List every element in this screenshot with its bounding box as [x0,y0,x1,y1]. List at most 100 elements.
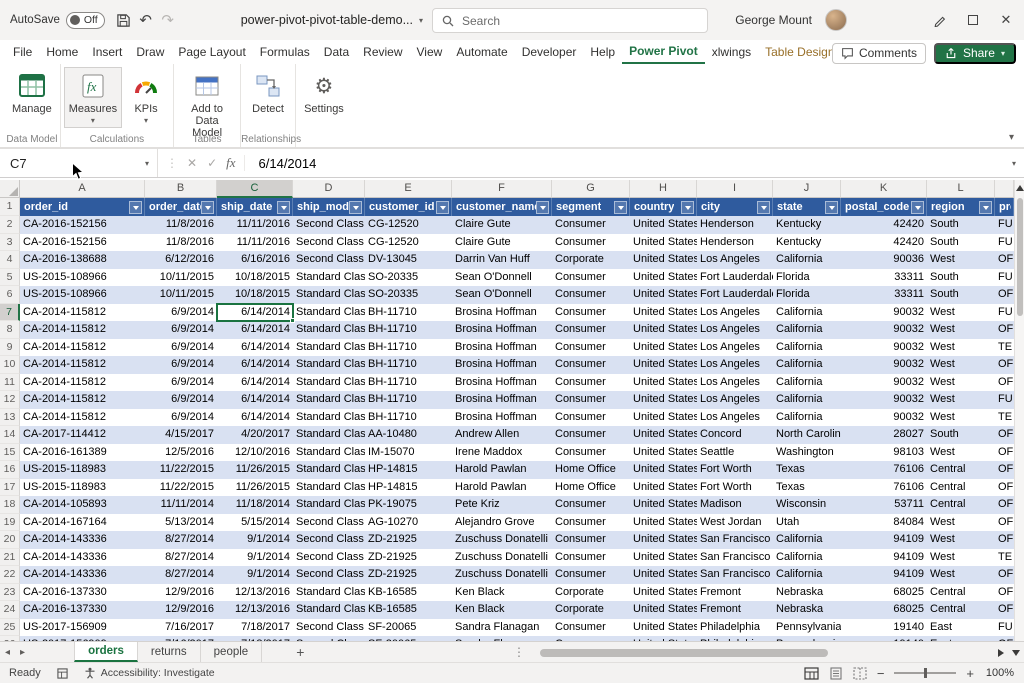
row-header-2[interactable]: 2 [0,216,20,234]
cell-C9[interactable]: 6/14/2014 [217,339,293,357]
cell-G14[interactable]: Consumer [552,426,630,444]
cell-L22[interactable]: West [927,566,995,584]
cell-I24[interactable]: Fremont [697,601,773,619]
cell-A18[interactable]: CA-2014-105893 [20,496,145,514]
cell-D18[interactable]: Standard Class [293,496,365,514]
cell-F3[interactable]: Claire Gute [452,234,552,252]
cell-L8[interactable]: West [927,321,995,339]
cell-D9[interactable]: Standard Class [293,339,365,357]
header-cell-customer_name[interactable]: customer_name [452,198,552,216]
cell-C14[interactable]: 4/20/2017 [217,426,293,444]
cell-M23[interactable]: OF [995,584,1014,602]
cell-K3[interactable]: 42420 [841,234,927,252]
cell-B9[interactable]: 6/9/2014 [145,339,217,357]
cell-H4[interactable]: United States [630,251,697,269]
cell-F11[interactable]: Brosina Hoffman [452,374,552,392]
detect-button[interactable]: Detect [245,68,291,117]
cell-E16[interactable]: HP-14815 [365,461,452,479]
cell-E10[interactable]: BH-11710 [365,356,452,374]
zoom-in-button[interactable]: + [966,667,974,680]
confirm-entry-button[interactable]: ✓ [202,156,222,170]
cell-G15[interactable]: Consumer [552,444,630,462]
column-header-A[interactable]: A [20,180,145,198]
cell-B20[interactable]: 8/27/2014 [145,531,217,549]
cell-D4[interactable]: Second Class [293,251,365,269]
ribbon-tab-file[interactable]: File [6,40,39,64]
row-header-13[interactable]: 13 [0,409,20,427]
cell-L3[interactable]: South [927,234,995,252]
cell-F25[interactable]: Sandra Flanagan [452,619,552,637]
cell-F23[interactable]: Ken Black [452,584,552,602]
cell-C17[interactable]: 11/26/2015 [217,479,293,497]
row-header-8[interactable]: 8 [0,321,20,339]
cell-C18[interactable]: 11/18/2014 [217,496,293,514]
cell-M18[interactable]: OF [995,496,1014,514]
cell-D15[interactable]: Standard Class [293,444,365,462]
cell-B3[interactable]: 11/8/2016 [145,234,217,252]
row-header-11[interactable]: 11 [0,374,20,392]
column-header-E[interactable]: E [365,180,452,198]
cell-B19[interactable]: 5/13/2014 [145,514,217,532]
cell-M25[interactable]: FU [995,619,1014,637]
cell-D3[interactable]: Second Class [293,234,365,252]
ribbon-tab-developer[interactable]: Developer [515,40,584,64]
manage-button[interactable]: Manage [8,68,56,117]
cell-D20[interactable]: Second Class [293,531,365,549]
cell-J8[interactable]: California [773,321,841,339]
cell-H22[interactable]: United States [630,566,697,584]
cell-I21[interactable]: San Francisco [697,549,773,567]
cell-C10[interactable]: 6/14/2014 [217,356,293,374]
page-break-preview-button[interactable] [853,667,867,680]
sheet-tab-people[interactable]: people [201,642,263,662]
cell-A16[interactable]: US-2015-118983 [20,461,145,479]
cell-J6[interactable]: Florida [773,286,841,304]
cell-E25[interactable]: SF-20065 [365,619,452,637]
close-window-button[interactable]: ✕ [996,9,1016,31]
cell-K11[interactable]: 90032 [841,374,927,392]
cell-K4[interactable]: 90036 [841,251,927,269]
settings-button[interactable]: ⚙ Settings [300,68,348,117]
cell-I7[interactable]: Los Angeles [697,304,773,322]
filter-button[interactable] [536,201,549,214]
header-cell-segment[interactable]: segment [552,198,630,216]
filter-button[interactable] [277,201,290,214]
cell-D25[interactable]: Second Class [293,619,365,637]
column-header-B[interactable]: B [145,180,217,198]
filter-button[interactable] [979,201,992,214]
cell-C25[interactable]: 7/18/2017 [217,619,293,637]
zoom-level[interactable]: 100% [984,667,1014,679]
cell-C11[interactable]: 6/14/2014 [217,374,293,392]
cell-F24[interactable]: Ken Black [452,601,552,619]
cell-B12[interactable]: 6/9/2014 [145,391,217,409]
cell-D11[interactable]: Standard Class [293,374,365,392]
formula-input[interactable]: 6/14/2014 [259,156,317,171]
cell-G25[interactable]: Consumer [552,619,630,637]
ribbon-tab-xlwings[interactable]: xlwings [705,40,758,64]
cell-K8[interactable]: 90032 [841,321,927,339]
cell-F14[interactable]: Andrew Allen [452,426,552,444]
header-cell-order_date[interactable]: order_date [145,198,217,216]
cell-E6[interactable]: SO-20335 [365,286,452,304]
row-header-19[interactable]: 19 [0,514,20,532]
cell-M12[interactable]: FU [995,391,1014,409]
cell-J22[interactable]: California [773,566,841,584]
column-header-I[interactable]: I [697,180,773,198]
cell-I19[interactable]: West Jordan [697,514,773,532]
cell-L11[interactable]: West [927,374,995,392]
cell-K15[interactable]: 98103 [841,444,927,462]
cell-B8[interactable]: 6/9/2014 [145,321,217,339]
cell-F8[interactable]: Brosina Hoffman [452,321,552,339]
cell-G19[interactable]: Consumer [552,514,630,532]
cell-C4[interactable]: 6/16/2016 [217,251,293,269]
cell-B2[interactable]: 11/8/2016 [145,216,217,234]
cell-J3[interactable]: Kentucky [773,234,841,252]
cell-H14[interactable]: United States [630,426,697,444]
redo-button[interactable]: ↷ [157,8,179,32]
cell-A13[interactable]: CA-2014-115812 [20,409,145,427]
scroll-up-icon[interactable] [1016,185,1024,191]
cell-J15[interactable]: Washington [773,444,841,462]
undo-button[interactable]: ↶ [135,8,157,32]
avatar[interactable] [825,9,847,31]
column-header-C[interactable]: C [217,180,293,198]
cell-M4[interactable]: OF [995,251,1014,269]
